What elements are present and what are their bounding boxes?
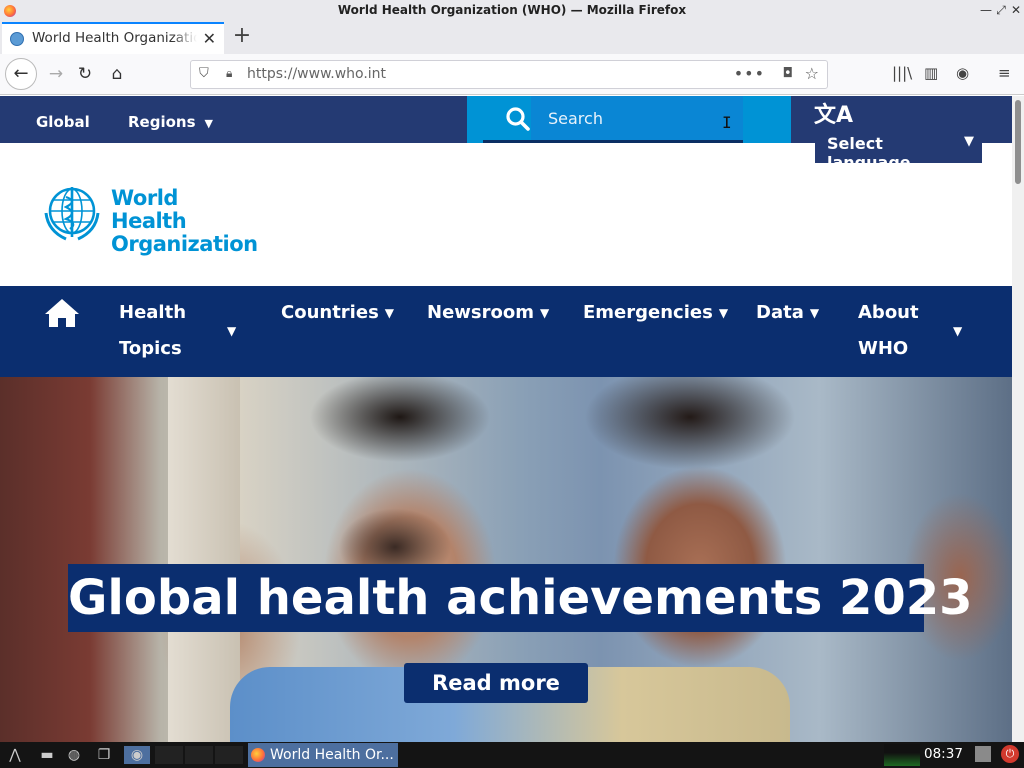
nav-health-topics-line1: Health bbox=[119, 302, 187, 323]
global-link[interactable]: Global bbox=[36, 113, 90, 131]
tab-who[interactable]: World Health Organizatio ✕ bbox=[2, 22, 224, 54]
workspace-3[interactable] bbox=[215, 746, 243, 764]
search-icon[interactable] bbox=[505, 106, 531, 132]
desktop-taskbar: ⋀ ▬ ◍ ❐ ◉ World Health Or... 08:37 ⏻ bbox=[0, 742, 1024, 768]
nav-data[interactable]: Data ▼ bbox=[756, 295, 819, 331]
nav-countries[interactable]: Countries ▼ bbox=[281, 295, 394, 331]
back-button[interactable]: ← bbox=[5, 58, 37, 90]
url-bar[interactable]: ⛉ 🔒︎ https://www.who.int ••• ◘ ☆ bbox=[190, 60, 828, 89]
chevron-down-icon: ▼ bbox=[964, 134, 974, 149]
close-window-icon[interactable]: ✕ bbox=[1008, 2, 1024, 18]
bookmark-star-icon[interactable]: ☆ bbox=[805, 64, 819, 83]
chevron-down-icon: ▼ bbox=[204, 117, 213, 130]
browser-launcher-icon[interactable]: ◍ bbox=[64, 746, 84, 764]
search-field bbox=[531, 96, 743, 143]
tab-label: World Health Organizatio bbox=[32, 30, 197, 46]
regions-link[interactable]: Regions ▼ bbox=[128, 113, 213, 131]
file-manager-icon[interactable]: ❐ bbox=[94, 746, 114, 764]
chevron-down-icon: ▼ bbox=[539, 306, 550, 320]
logo-line-1: World Health bbox=[111, 186, 187, 233]
page-scrollbar[interactable] bbox=[1012, 96, 1024, 742]
pocket-icon[interactable]: ◘ bbox=[783, 66, 793, 81]
who-emblem-icon bbox=[44, 187, 100, 241]
nav-emergencies-label: Emergencies bbox=[583, 302, 713, 323]
translate-icon[interactable]: 文A bbox=[814, 97, 853, 129]
lock-icon[interactable]: 🔒︎ bbox=[226, 66, 232, 81]
sidebar-icon[interactable]: ▥ bbox=[924, 64, 938, 82]
chevron-down-icon[interactable]: ▼ bbox=[227, 324, 236, 338]
scrollbar-thumb[interactable] bbox=[1015, 100, 1021, 184]
nav-about-who[interactable]: About WHO bbox=[858, 295, 919, 367]
window-title: World Health Organization (WHO) — Mozill… bbox=[337, 3, 687, 17]
network-tray-icon[interactable] bbox=[975, 746, 991, 762]
language-select[interactable]: Select language ▼ bbox=[815, 126, 982, 172]
workspace-1[interactable] bbox=[155, 746, 183, 764]
who-logo[interactable]: World Health Organization bbox=[40, 183, 258, 256]
tab-bar: World Health Organizatio ✕ + bbox=[0, 22, 1024, 54]
library-icon[interactable]: |||\ bbox=[892, 64, 912, 82]
reload-button[interactable]: ↻ bbox=[71, 60, 99, 88]
tracking-shield-icon[interactable]: ⛉ bbox=[199, 66, 209, 81]
nav-health-topics-line2: Topics bbox=[119, 338, 182, 359]
start-menu-icon[interactable]: ⋀ bbox=[4, 746, 26, 764]
firefox-launcher-icon[interactable]: ◉ bbox=[124, 746, 150, 764]
search-input[interactable] bbox=[531, 96, 743, 140]
nav-newsroom-label: Newsroom bbox=[427, 302, 534, 323]
main-navigation: Health Topics ▼ Countries ▼ Newsroom ▼ Eme… bbox=[0, 286, 1012, 377]
window-titlebar: World Health Organization (WHO) — Mozill… bbox=[0, 0, 1024, 22]
nav-health-topics[interactable]: Health Topics bbox=[119, 295, 186, 367]
firefox-icon bbox=[251, 748, 265, 762]
text-cursor-icon: I bbox=[722, 113, 732, 132]
regions-label: Regions bbox=[128, 113, 196, 131]
forward-button[interactable]: → bbox=[42, 60, 70, 88]
url-text[interactable]: https://www.who.int bbox=[247, 66, 386, 82]
who-favicon-icon bbox=[10, 32, 24, 46]
home-button[interactable]: ⌂ bbox=[103, 60, 131, 88]
nav-emergencies[interactable]: Emergencies ▼ bbox=[583, 295, 728, 331]
taskbar-firefox-task[interactable]: World Health Or... bbox=[248, 743, 398, 767]
hero-title: Global health achievements 2023 bbox=[68, 564, 973, 632]
menu-icon[interactable]: ≡ bbox=[998, 64, 1011, 82]
taskbar-task-label: World Health Or... bbox=[270, 747, 394, 763]
chevron-down-icon: ▼ bbox=[718, 306, 729, 320]
chevron-down-icon: ▼ bbox=[809, 306, 820, 320]
workspace-2[interactable] bbox=[185, 746, 213, 764]
language-select-label: Select language bbox=[827, 134, 911, 172]
nav-about-line2: WHO bbox=[858, 338, 909, 359]
nav-data-label: Data bbox=[756, 302, 804, 323]
show-desktop-icon[interactable]: ▬ bbox=[38, 746, 56, 764]
maximize-icon[interactable]: ⤢ bbox=[993, 2, 1009, 18]
home-icon[interactable] bbox=[44, 298, 80, 328]
tab-close-icon[interactable]: ✕ bbox=[203, 29, 216, 48]
nav-countries-label: Countries bbox=[281, 302, 379, 323]
power-icon[interactable]: ⏻ bbox=[1001, 745, 1019, 763]
web-page: Global Regions ▼ I 文A Select language ▼ bbox=[0, 96, 1012, 742]
hero-banner: Global health achievements 2023 Read mor… bbox=[0, 377, 1012, 742]
account-icon[interactable]: ◉ bbox=[956, 64, 969, 82]
nav-about-line1: About bbox=[858, 302, 919, 323]
search-box bbox=[467, 96, 791, 143]
new-tab-button[interactable]: + bbox=[230, 24, 254, 48]
chevron-down-icon: ▼ bbox=[384, 306, 395, 320]
read-more-button[interactable]: Read more bbox=[404, 663, 588, 703]
page-actions-icon[interactable]: ••• bbox=[734, 64, 765, 83]
logo-line-2: Organization bbox=[111, 232, 258, 256]
nav-newsroom[interactable]: Newsroom ▼ bbox=[427, 295, 549, 331]
chevron-down-icon[interactable]: ▼ bbox=[953, 324, 962, 338]
hero-photo-doorframe bbox=[168, 377, 240, 742]
who-logo-text: World Health Organization bbox=[111, 187, 258, 256]
cpu-monitor bbox=[884, 744, 920, 766]
navigation-toolbar: ← → ↻ ⌂ ⛉ 🔒︎ https://www.who.int ••• ◘ ☆… bbox=[0, 54, 1024, 95]
minimize-icon[interactable]: — bbox=[978, 2, 994, 18]
clock[interactable]: 08:37 bbox=[924, 746, 963, 762]
